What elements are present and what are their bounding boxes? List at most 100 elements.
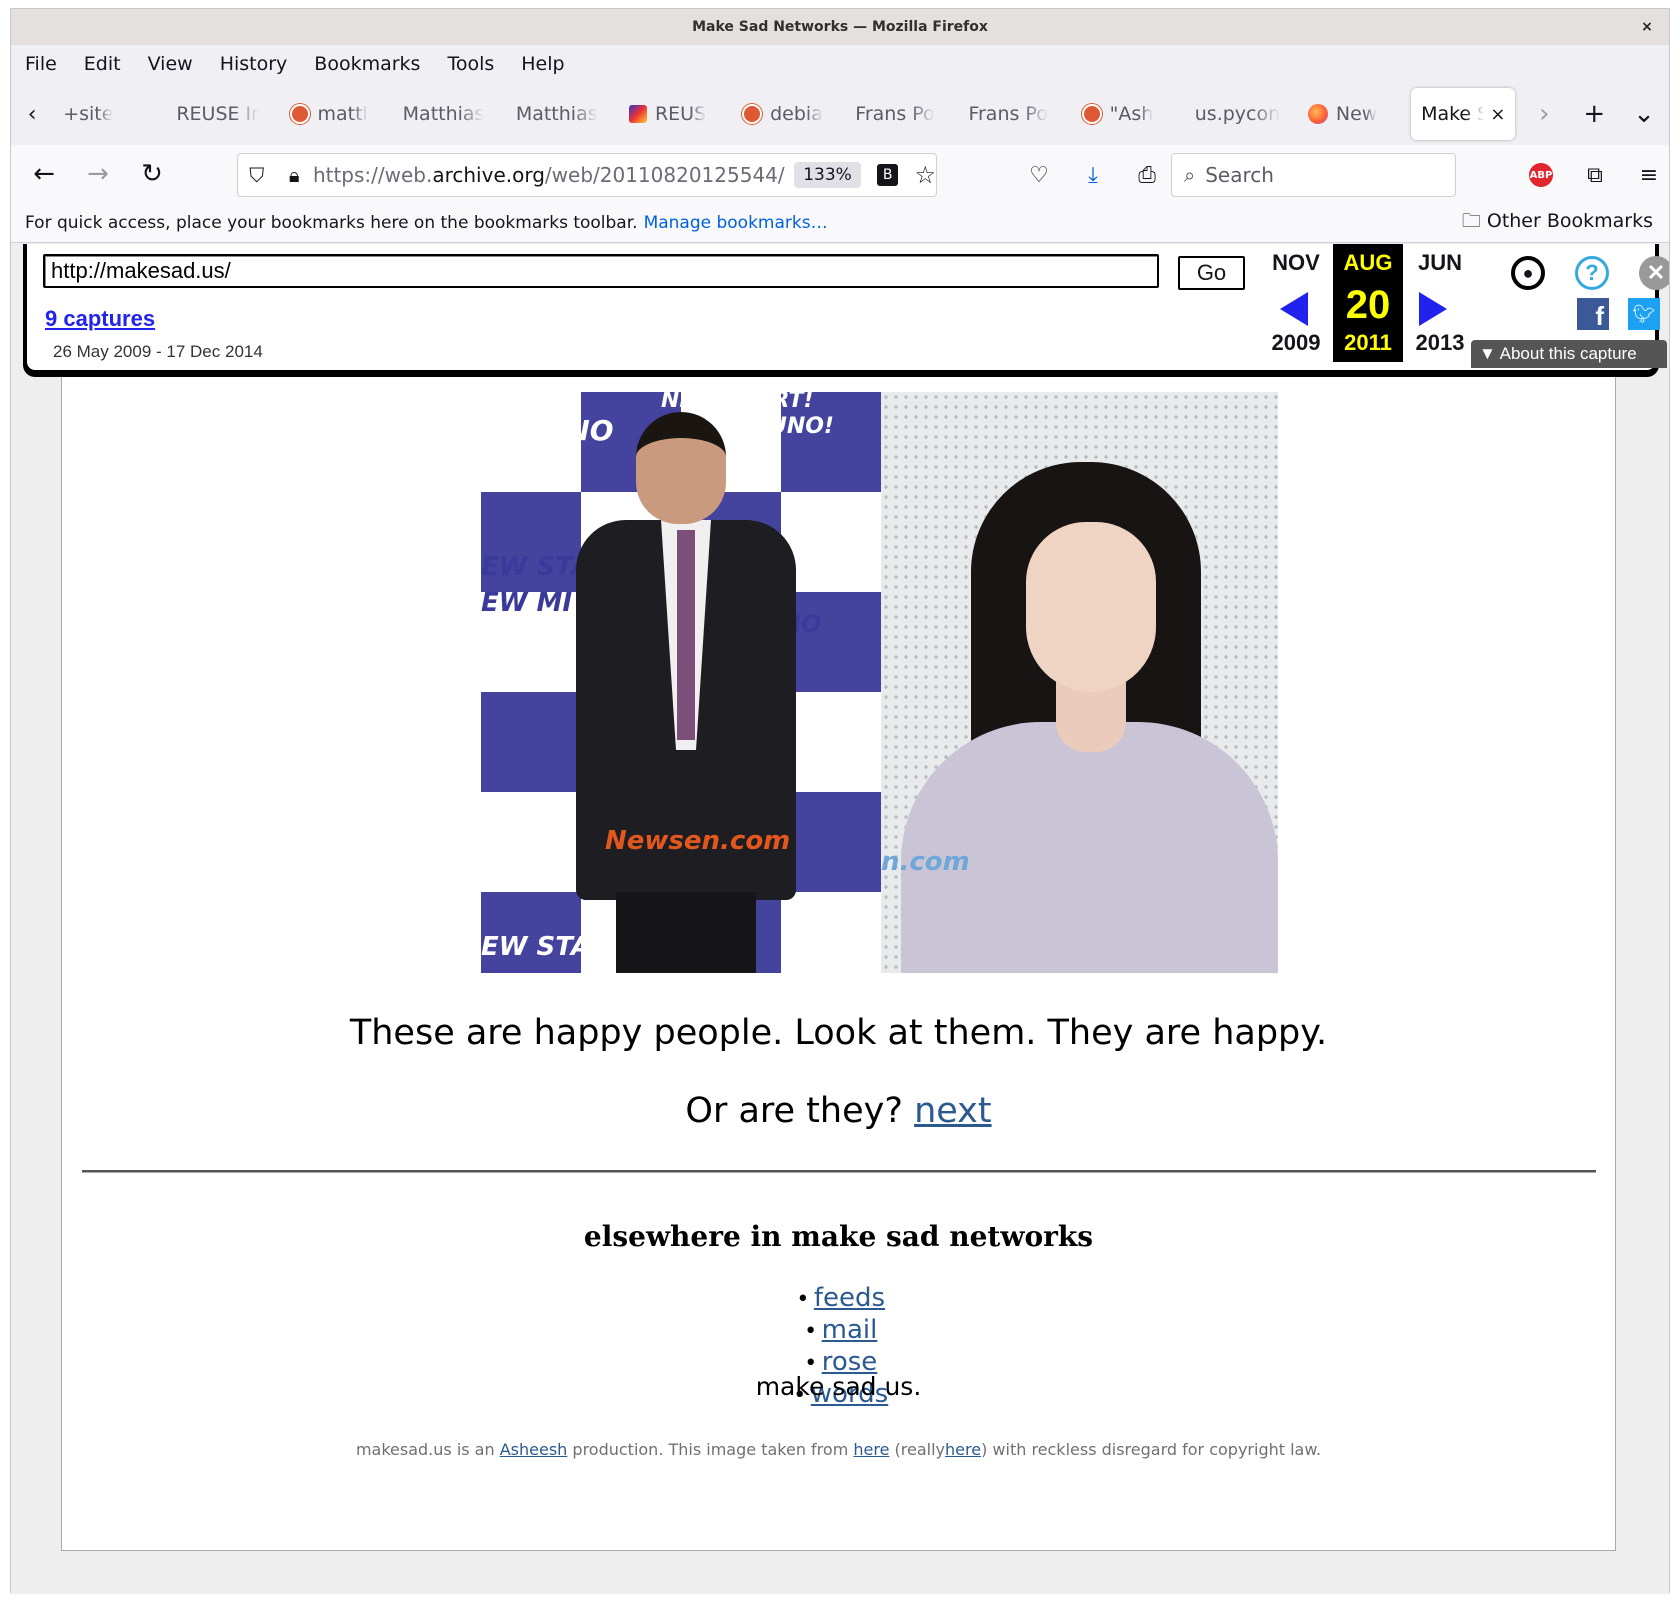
prev-year[interactable]: 2009 (1261, 330, 1331, 360)
happy-caption: These are happy people. Look at them. Th… (349, 1013, 1328, 1053)
happy-people-photo: MIZUNO NEW START! W MIZUNO! EW STAR EW M… (481, 392, 1278, 973)
wayback-help-icon[interactable]: ? (1575, 256, 1609, 290)
bookmark-star-icon[interactable]: ☆ (914, 161, 936, 189)
pocket-icon: ♡ (1029, 162, 1049, 188)
image-source-link[interactable]: here (853, 1440, 889, 1459)
window-title: Make Sad Networks — Mozilla Firefox (692, 19, 988, 35)
facebook-share-icon[interactable]: f (1577, 298, 1609, 331)
arrow-right-icon: → (87, 159, 109, 189)
elsewhere-heading: elsewhere in make sad networks (583, 1220, 1094, 1253)
feeds-link[interactable]: feeds (814, 1283, 885, 1313)
about-capture-label: About this capture (1499, 344, 1637, 363)
adblock-plus-button[interactable]: ABP (1521, 155, 1561, 195)
tab-label: New (1335, 103, 1378, 125)
footnote: makesad.us is an Asheesh production. Thi… (62, 1440, 1615, 1459)
wayback-close-icon[interactable]: ✕ (1639, 256, 1669, 290)
browser-window: Make Sad Networks — Mozilla Firefox × Fi… (10, 8, 1670, 1594)
tab-label: REUS (654, 103, 707, 125)
tab-6[interactable]: debia (732, 88, 841, 140)
tab-7[interactable]: Frans Po (845, 88, 954, 140)
tab-close-icon[interactable]: × (1490, 104, 1505, 125)
tab-4[interactable]: Matthias (506, 88, 615, 140)
tab-0[interactable]: +site (53, 88, 162, 140)
search-icon: ⌕ (1184, 163, 1196, 187)
zoom-indicator[interactable]: 133% (794, 162, 861, 188)
shield-icon[interactable]: ⛉ (238, 163, 275, 187)
menu-bookmarks[interactable]: Bookmarks (314, 53, 420, 75)
prev-month[interactable]: NOV (1261, 250, 1331, 280)
pocket-button[interactable]: ♡ (1019, 155, 1059, 195)
asheesh-link[interactable]: Asheesh (500, 1440, 568, 1459)
mail-link[interactable]: mail (822, 1315, 878, 1345)
next-link[interactable]: next (914, 1091, 992, 1131)
tab-9[interactable]: "Ash (1072, 88, 1181, 140)
app-menu-button[interactable]: ≡ (1629, 155, 1669, 195)
lock-icon[interactable]: 🔒︎ (275, 163, 312, 187)
twitter-share-icon[interactable]: 🐦︎ (1628, 298, 1660, 330)
tab-scroll-right-button[interactable]: › (1519, 99, 1569, 129)
current-capture-column: AUG 20 2011 (1333, 244, 1403, 362)
next-year[interactable]: 2013 (1405, 330, 1475, 360)
reload-icon: ↻ (141, 159, 163, 189)
adblock-plus-icon: ABP (1529, 163, 1553, 187)
tab-scroll-left-button[interactable]: ‹ (11, 102, 53, 127)
tab-2[interactable]: mattl (280, 88, 389, 140)
new-tab-button[interactable]: + (1569, 99, 1619, 129)
list-all-tabs-button[interactable]: ⌄ (1619, 99, 1669, 129)
url-text[interactable]: https://web.archive.org/web/201108201255… (313, 163, 786, 187)
hamburger-menu-icon: ≡ (1639, 162, 1659, 188)
about-capture-button[interactable]: ▼ About this capture (1471, 340, 1667, 368)
current-year: 2011 (1344, 330, 1392, 355)
tab-bar: ‹ +site REUSE Ir mattl Matthias Matthias… (11, 83, 1669, 145)
other-bookmarks-label: Other Bookmarks (1486, 209, 1653, 232)
menu-history[interactable]: History (220, 53, 288, 75)
list-item: • mail (62, 1315, 1615, 1347)
search-box[interactable]: ⌕ Search (1171, 153, 1456, 197)
firefox-icon (1307, 104, 1328, 124)
downloads-button[interactable]: ⤓ (1073, 155, 1113, 195)
tab-1[interactable]: REUSE Ir (166, 88, 275, 140)
photo-text: EW MI (481, 588, 573, 618)
woman-neck (1056, 682, 1126, 752)
captures-link[interactable]: 9 captures (45, 306, 155, 332)
menu-view[interactable]: View (148, 53, 193, 75)
tab-active[interactable]: Make S × (1411, 88, 1516, 140)
print-button[interactable]: ⎙ (1127, 155, 1167, 195)
prev-capture-arrow-icon[interactable] (1280, 292, 1308, 326)
reader-view-icon[interactable]: B (876, 164, 899, 186)
manage-bookmarks-link[interactable]: Manage bookmarks… (644, 213, 828, 233)
search-input[interactable]: Search (1205, 163, 1274, 187)
tab-5[interactable]: REUS (619, 88, 728, 140)
other-bookmarks-button[interactable]: 🗀︎ Other Bookmarks (1462, 207, 1653, 239)
menu-file[interactable]: File (25, 53, 57, 75)
forward-button[interactable]: → (71, 154, 125, 194)
wayback-account-icon[interactable]: ● (1511, 256, 1545, 290)
address-bar[interactable]: ⛉ 🔒︎ https://web.archive.org/web/2011082… (237, 153, 937, 197)
duckduckgo-icon (289, 104, 310, 124)
tab-11[interactable]: New (1298, 88, 1407, 140)
printer-icon: ⎙ (1138, 162, 1156, 188)
wayback-go-button[interactable]: Go (1178, 256, 1245, 290)
tab-10[interactable]: us.pycon (1185, 88, 1294, 140)
capture-range: 26 May 2009 - 17 Dec 2014 (53, 342, 263, 361)
menu-help[interactable]: Help (521, 53, 564, 75)
tab-label: debia (770, 103, 823, 125)
tab-3[interactable]: Matthias (393, 88, 502, 140)
tab-8[interactable]: Frans Po (958, 88, 1067, 140)
reload-button[interactable]: ↻ (125, 154, 179, 194)
horizontal-rule (82, 1170, 1596, 1173)
image-original-link[interactable]: here (945, 1440, 981, 1459)
man-head (636, 412, 726, 524)
next-month[interactable]: JUN (1405, 250, 1475, 280)
next-capture-column[interactable]: JUN 2013 (1405, 244, 1475, 360)
photo-right-woman: n.com (881, 392, 1278, 973)
translate-button[interactable]: ⧉ (1575, 155, 1615, 195)
menu-edit[interactable]: Edit (84, 53, 121, 75)
bullet: • (796, 1287, 810, 1312)
window-close-button[interactable]: × (1637, 17, 1657, 37)
tab-label: +site (63, 103, 114, 125)
back-button[interactable]: ← (17, 154, 71, 194)
wayback-url-input[interactable]: http://makesad.us/ (43, 254, 1159, 288)
menu-tools[interactable]: Tools (447, 53, 494, 75)
tab-label: "Ash (1109, 103, 1154, 125)
